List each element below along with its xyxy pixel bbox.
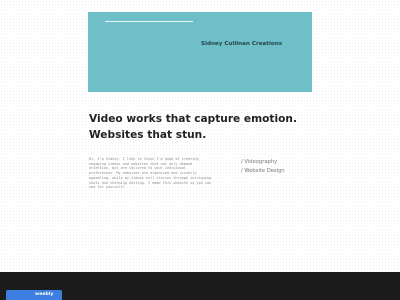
service-link-videography[interactable]: / Videography	[241, 158, 285, 167]
weebly-badge[interactable]: weebly	[6, 290, 62, 300]
site-brand-title[interactable]: Sidney Cullinan Creations	[201, 41, 282, 47]
hero-accent-line	[105, 21, 193, 22]
services-list: / Videography / Website Design	[241, 158, 285, 175]
site-footer: weebly	[0, 272, 400, 300]
headline-line-1: Video works that capture emotion.	[89, 113, 297, 125]
weebly-badge-label: weebly	[35, 292, 54, 297]
service-link-website-design[interactable]: / Website Design	[241, 167, 285, 176]
intro-paragraph: Hi, I'm Sidney. I like to think I'm good…	[89, 157, 212, 190]
headline-line-2: Websites that stun.	[89, 129, 207, 141]
hero-banner: Sidney Cullinan Creations	[88, 12, 312, 92]
